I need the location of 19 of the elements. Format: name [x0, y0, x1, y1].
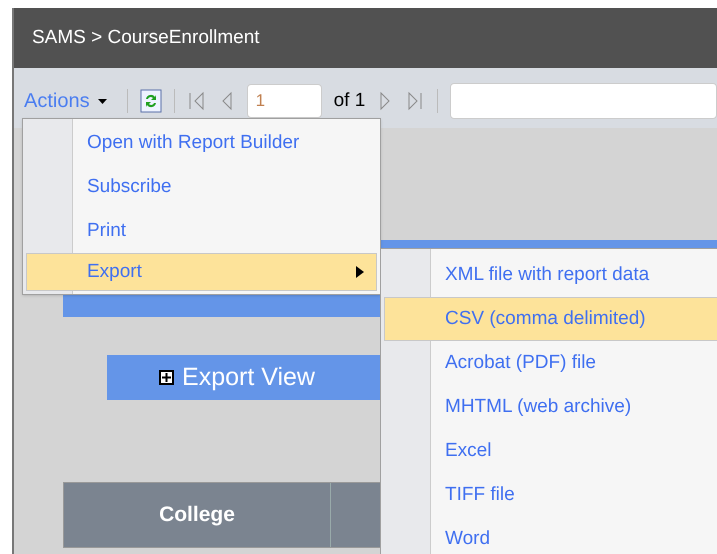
menu-item[interactable]: Excel — [384, 429, 717, 473]
actions-button[interactable]: Actions — [24, 86, 107, 116]
menu-item[interactable]: Word — [384, 517, 717, 554]
caret-icon — [98, 98, 107, 104]
refresh-icon[interactable] — [140, 89, 162, 113]
menu-item[interactable]: TIFF file — [384, 473, 717, 517]
page-count: of 1 — [334, 88, 366, 113]
menu-item[interactable]: XML file with report data — [384, 253, 717, 297]
menu-item[interactable]: Open with Report Builder — [26, 121, 377, 165]
column-header: College — [64, 483, 331, 547]
search-field[interactable] — [450, 83, 717, 119]
expand-icon — [159, 370, 174, 385]
menu-item[interactable]: Export — [26, 253, 377, 291]
menu-item[interactable]: Print — [26, 209, 377, 253]
menu-item[interactable]: CSV (comma delimited) — [384, 297, 717, 341]
menu-item[interactable]: Subscribe — [26, 165, 377, 209]
submenu-arrow-icon — [356, 266, 364, 278]
page-number-field[interactable]: 1 — [246, 84, 322, 118]
breadcrumb: SAMS > CourseEnrollment — [32, 26, 260, 50]
